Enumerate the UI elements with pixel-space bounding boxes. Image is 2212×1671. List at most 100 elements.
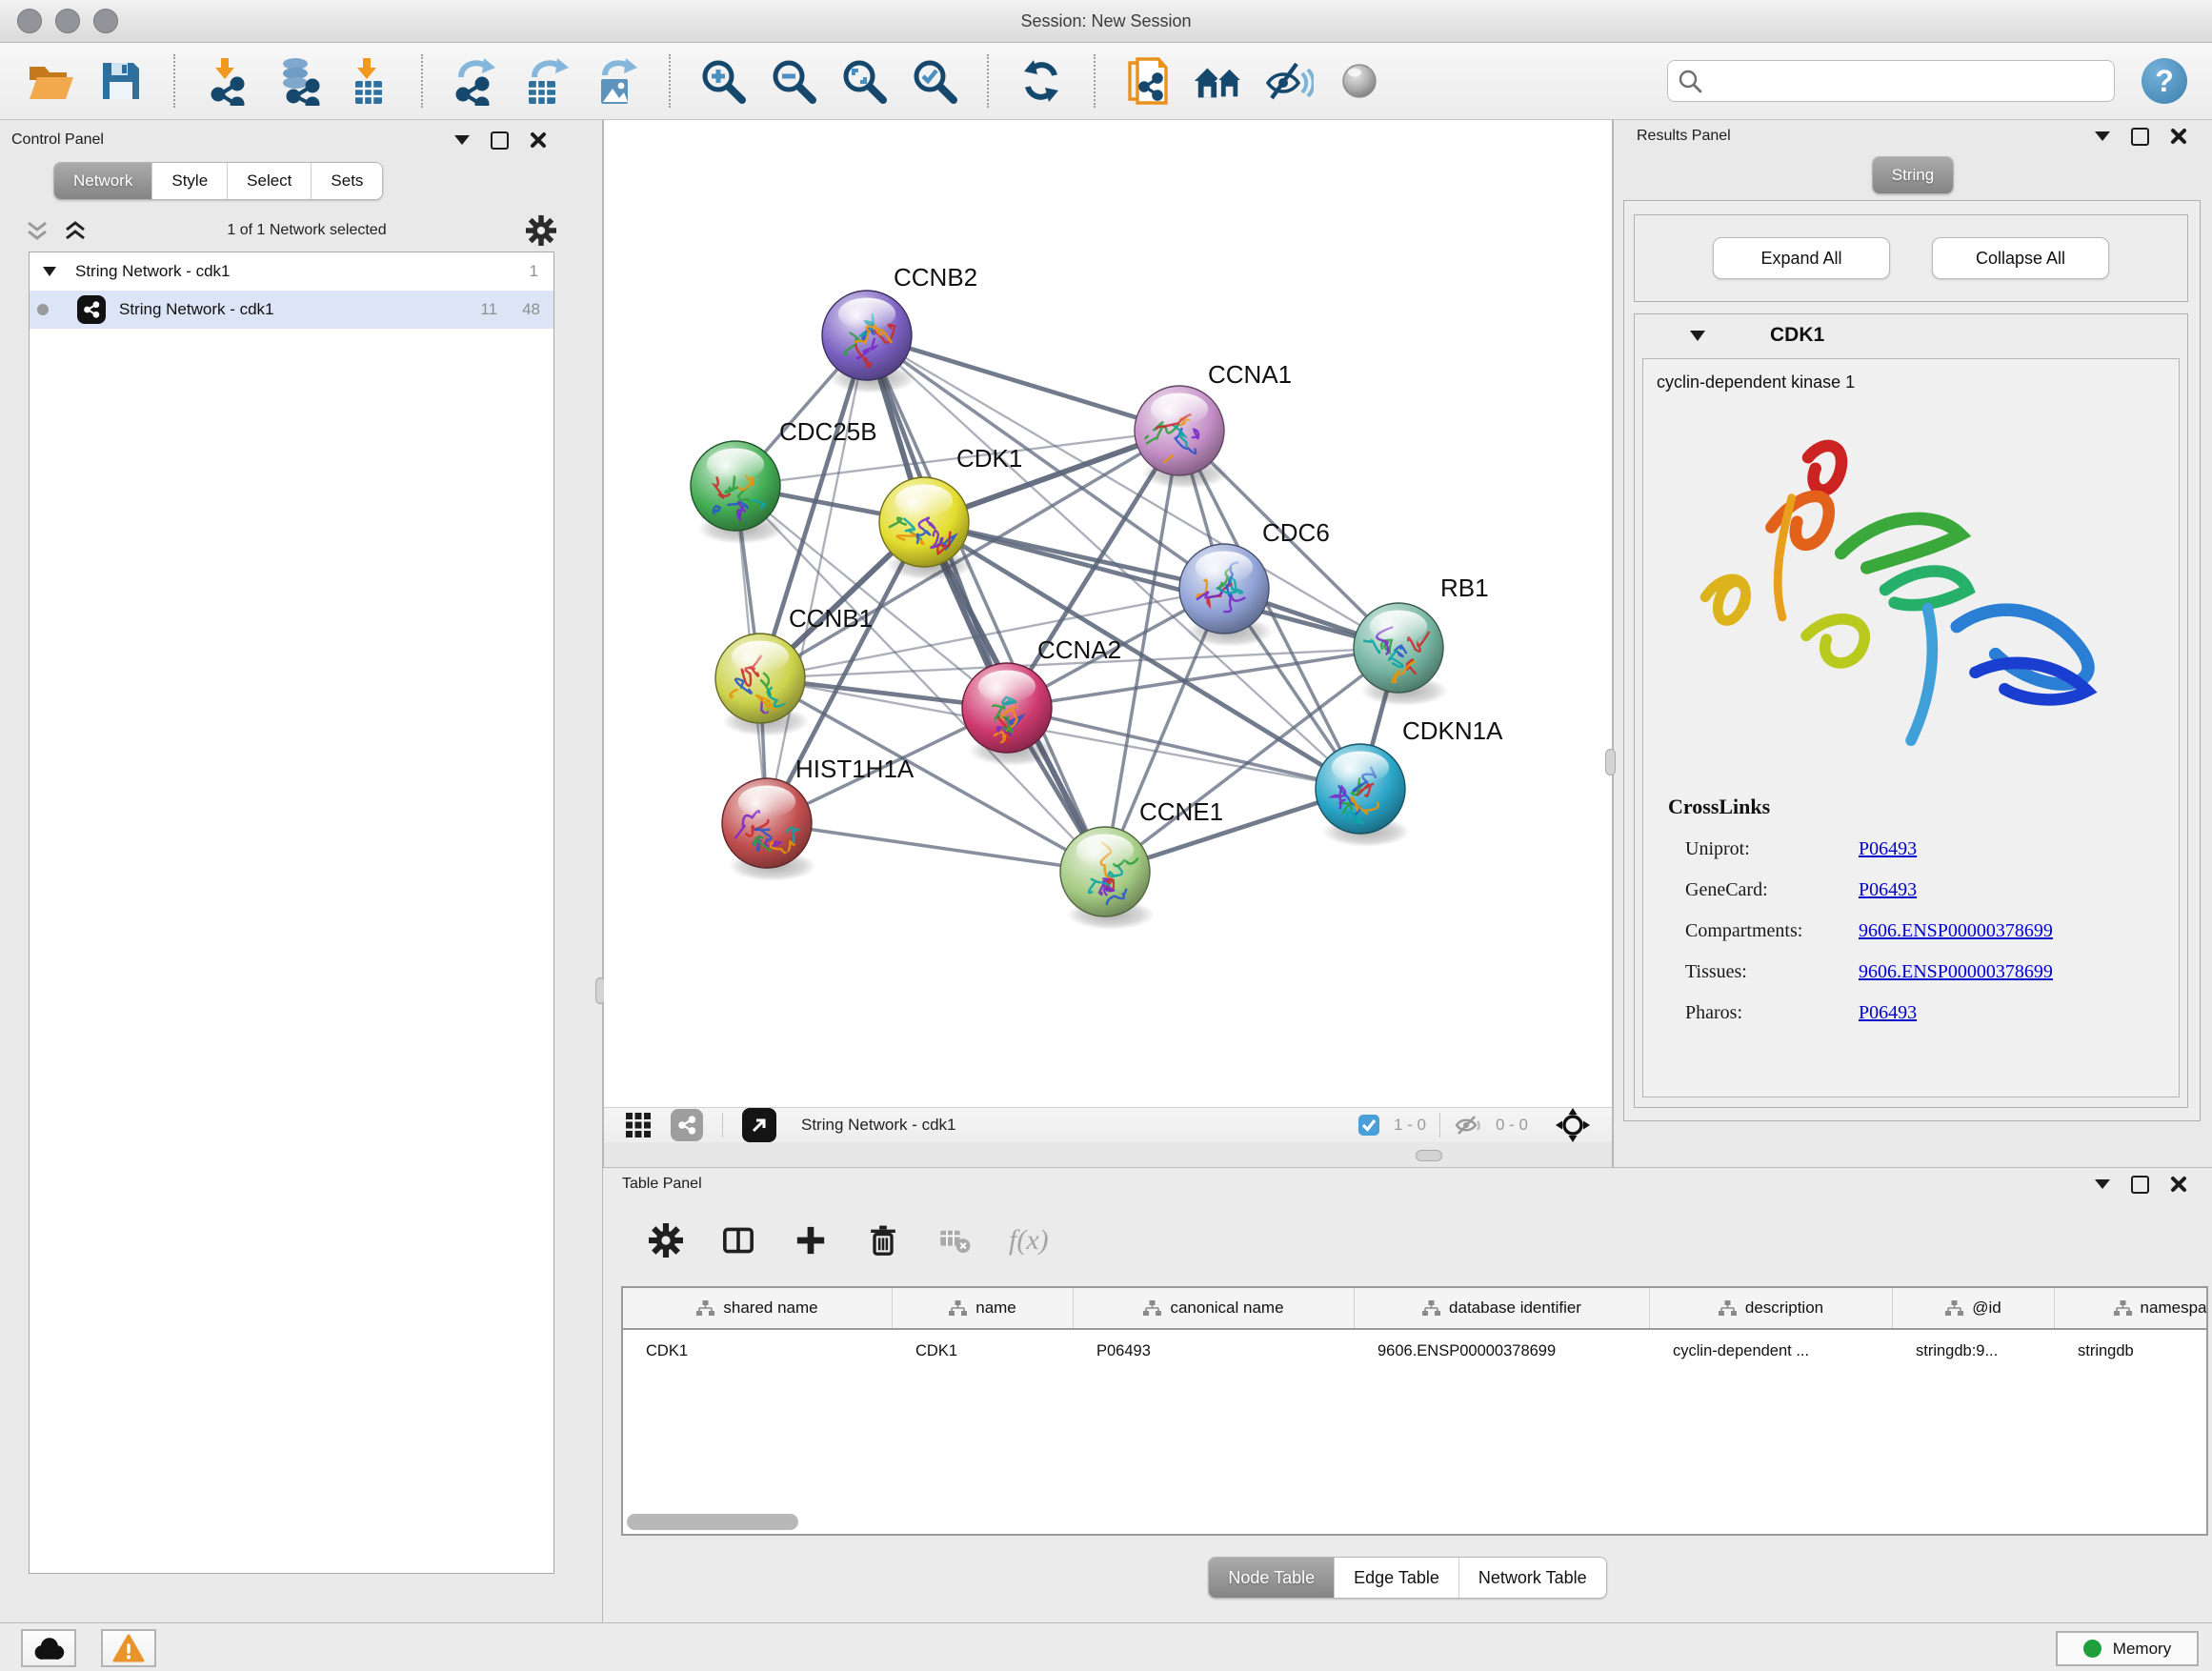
column-header-name[interactable]: name: [893, 1288, 1074, 1328]
add-column-icon[interactable]: [794, 1223, 828, 1258]
network-canvas[interactable]: CCNB2CCNA1CDC25BCDK1CDC6RB1CCNB1CCNA2CDK…: [604, 120, 1612, 1107]
column-header--id[interactable]: @id: [1893, 1288, 2055, 1328]
network-node-CDKN1A[interactable]: [1316, 744, 1410, 847]
export-network-button[interactable]: [450, 54, 501, 108]
expand-all-button[interactable]: Expand All: [1713, 237, 1890, 279]
tab-node-table[interactable]: Node Table: [1209, 1558, 1334, 1598]
network-node-CDC25B[interactable]: [691, 441, 785, 544]
collapse-all-icon[interactable]: [25, 218, 50, 243]
horizontal-splitter[interactable]: [604, 1142, 1612, 1167]
tab-network[interactable]: Network: [54, 163, 151, 199]
warnings-button[interactable]: [101, 1629, 156, 1667]
expand-all-icon[interactable]: [63, 218, 88, 243]
network-edge[interactable]: [1007, 708, 1360, 789]
float-panel-icon[interactable]: [491, 131, 509, 150]
tab-network-table[interactable]: Network Table: [1458, 1558, 1606, 1598]
hidden-eye-slash-icon[interactable]: [1454, 1114, 1482, 1137]
table-cell[interactable]: 9606.ENSP00000378699: [1355, 1330, 1650, 1372]
column-header-database-identifier[interactable]: database identifier: [1355, 1288, 1650, 1328]
memory-button[interactable]: Memory: [2056, 1631, 2199, 1666]
selected-checkbox-icon[interactable]: [1357, 1114, 1380, 1137]
table-cell[interactable]: CDK1: [623, 1330, 893, 1372]
float-panel-icon[interactable]: [2131, 128, 2149, 146]
zoom-out-button[interactable]: [768, 54, 819, 108]
save-session-button[interactable]: [95, 54, 147, 108]
horizontal-scrollbar-thumb[interactable]: [627, 1514, 798, 1530]
column-header-description[interactable]: description: [1650, 1288, 1893, 1328]
horizontal-splitter-grip[interactable]: [1416, 1150, 1442, 1161]
float-panel-icon[interactable]: [2131, 1176, 2149, 1194]
close-panel-icon[interactable]: [2170, 128, 2187, 145]
node-result-header[interactable]: CDK1: [1635, 314, 2187, 356]
network-node-RB1[interactable]: [1354, 603, 1448, 706]
zoom-selected-button[interactable]: [909, 54, 960, 108]
close-panel-icon[interactable]: [530, 131, 547, 149]
network-node-CCNE1[interactable]: [1060, 827, 1155, 930]
homes-button[interactable]: [1193, 54, 1244, 108]
column-header-namespace[interactable]: namespace: [2055, 1288, 2208, 1328]
apply-layout-button[interactable]: [1016, 54, 1067, 108]
crosslink-link[interactable]: P06493: [1859, 879, 1917, 901]
cloud-status-button[interactable]: [21, 1629, 76, 1667]
tab-edge-table[interactable]: Edge Table: [1334, 1558, 1458, 1598]
open-session-button[interactable]: [25, 54, 76, 108]
tab-sets[interactable]: Sets: [311, 163, 382, 199]
close-panel-icon[interactable]: [2170, 1176, 2187, 1193]
level-of-detail-button[interactable]: [1334, 54, 1385, 108]
table-cell[interactable]: stringdb:9...: [1893, 1330, 2055, 1372]
table-cell[interactable]: stringdb: [2055, 1330, 2208, 1372]
collection-expander-icon[interactable]: [41, 265, 58, 278]
import-table-button[interactable]: [343, 54, 394, 108]
export-table-button[interactable]: [520, 54, 572, 108]
tab-string[interactable]: String: [1873, 157, 1953, 193]
network-graph[interactable]: CCNB2CCNA1CDC25BCDK1CDC6RB1CCNB1CCNA2CDK…: [604, 120, 1612, 1107]
search-box[interactable]: [1667, 60, 2115, 102]
crosslink-link[interactable]: P06493: [1859, 1002, 1917, 1024]
export-image-button[interactable]: [591, 54, 642, 108]
import-network-from-database-button[interactable]: [272, 54, 324, 108]
table-cell[interactable]: P06493: [1074, 1330, 1355, 1372]
panel-menu-icon[interactable]: [454, 135, 470, 145]
entry-expander-icon[interactable]: [1688, 329, 1707, 343]
tab-select[interactable]: Select: [227, 163, 311, 199]
search-input[interactable]: [1710, 70, 2104, 91]
node-table[interactable]: shared namenamecanonical namedatabase id…: [621, 1286, 2208, 1536]
network-collection-row[interactable]: String Network - cdk1 1: [30, 252, 553, 291]
crosslink-link[interactable]: 9606.ENSP00000378699: [1859, 920, 2053, 942]
network-edge[interactable]: [767, 335, 867, 823]
table-cell[interactable]: cyclin-dependent ...: [1650, 1330, 1893, 1372]
tab-style[interactable]: Style: [151, 163, 227, 199]
fit-content-target-icon[interactable]: [1555, 1107, 1591, 1143]
collapse-all-button[interactable]: Collapse All: [1932, 237, 2109, 279]
column-header-canonical-name[interactable]: canonical name: [1074, 1288, 1355, 1328]
delete-column-icon[interactable]: [866, 1223, 900, 1258]
network-edge[interactable]: [767, 823, 1105, 872]
show-columns-icon[interactable]: [721, 1223, 755, 1258]
help-button[interactable]: ?: [2142, 58, 2187, 104]
network-options-gear-icon[interactable]: [526, 215, 556, 246]
network-node-HIST1H1A[interactable]: [722, 778, 816, 881]
zoom-fit-button[interactable]: [838, 54, 890, 108]
string-app-button[interactable]: [1122, 54, 1174, 108]
panel-menu-icon[interactable]: [2095, 131, 2110, 141]
zoom-in-button[interactable]: [697, 54, 749, 108]
network-row[interactable]: String Network - cdk1 11 48: [30, 291, 553, 329]
network-node-CCNB1[interactable]: [715, 634, 810, 736]
network-node-CCNA1[interactable]: [1135, 386, 1229, 489]
network-node-CCNB2[interactable]: [822, 291, 916, 393]
panel-menu-icon[interactable]: [2095, 1179, 2110, 1189]
crosslink-link[interactable]: 9606.ENSP00000378699: [1859, 961, 2053, 983]
network-node-CDK1[interactable]: [879, 477, 974, 580]
import-network-button[interactable]: [202, 54, 253, 108]
network-node-CDC6[interactable]: [1179, 544, 1274, 647]
crosslink-link[interactable]: P06493: [1859, 838, 1917, 860]
table-options-gear-icon[interactable]: [649, 1223, 683, 1258]
table-row[interactable]: CDK1CDK1P064939606.ENSP00000378699cyclin…: [623, 1330, 2206, 1372]
show-graphics-details-button[interactable]: [1263, 54, 1315, 108]
table-cell[interactable]: CDK1: [893, 1330, 1074, 1372]
network-view-badge[interactable]: [671, 1109, 703, 1141]
birdseye-view-button[interactable]: [742, 1108, 776, 1142]
grid-view-icon[interactable]: [625, 1112, 652, 1138]
network-node-CCNA2[interactable]: [962, 663, 1056, 766]
column-header-shared-name[interactable]: shared name: [623, 1288, 893, 1328]
